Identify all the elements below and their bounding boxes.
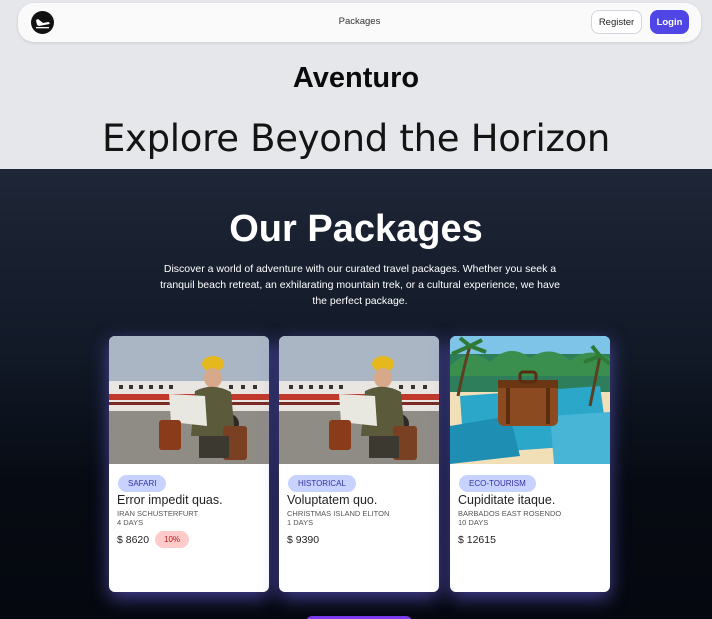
login-button[interactable]: Login [650, 10, 689, 34]
card-price: $ 12615 [458, 534, 496, 546]
section-description: Discover a world of adventure with our c… [160, 263, 560, 307]
package-card[interactable]: Eco-Tourism Cupiditate itaque. Barbados … [450, 336, 610, 592]
card-title[interactable]: Voluptatem quo. [287, 493, 377, 507]
card-image-traveler-airplane [109, 336, 269, 464]
card-duration: 4 Days [117, 518, 144, 527]
discount-badge: 10% [155, 531, 190, 548]
package-card[interactable]: Safari Error impedit quas. Iran Schuster… [109, 336, 269, 592]
register-button[interactable]: Register [591, 10, 642, 34]
category-badge: Eco-Tourism [459, 475, 536, 492]
card-image-suitcase-beach [450, 336, 610, 464]
card-price: $ 8620 [117, 534, 150, 546]
card-duration: 10 Days [458, 518, 489, 527]
card-duration: 1 Days [287, 518, 314, 527]
packages-section: Our Packages Discover a world of adventu… [0, 169, 712, 619]
card-location: Barbados East Rosendo [458, 509, 562, 518]
brand-title: Aventuro [292, 62, 420, 94]
card-title[interactable]: Error impedit quas. [117, 493, 223, 507]
hero-tagline: Explore Beyond the Horizon [101, 117, 611, 160]
package-card[interactable]: Historical Voluptatem quo. Christmas Isl… [279, 336, 439, 592]
card-price: $ 9390 [287, 534, 320, 546]
card-location: Iran Schusterfurt [117, 509, 199, 518]
navbar: Packages Register Login [18, 3, 701, 42]
category-badge: Historical [288, 475, 356, 492]
card-title[interactable]: Cupiditate itaque. [458, 493, 555, 507]
category-badge: Safari [118, 475, 167, 492]
card-image-traveler-airplane [279, 336, 439, 464]
section-title: Our Packages [229, 208, 483, 250]
card-location: Christmas Island Eliton [287, 509, 390, 518]
